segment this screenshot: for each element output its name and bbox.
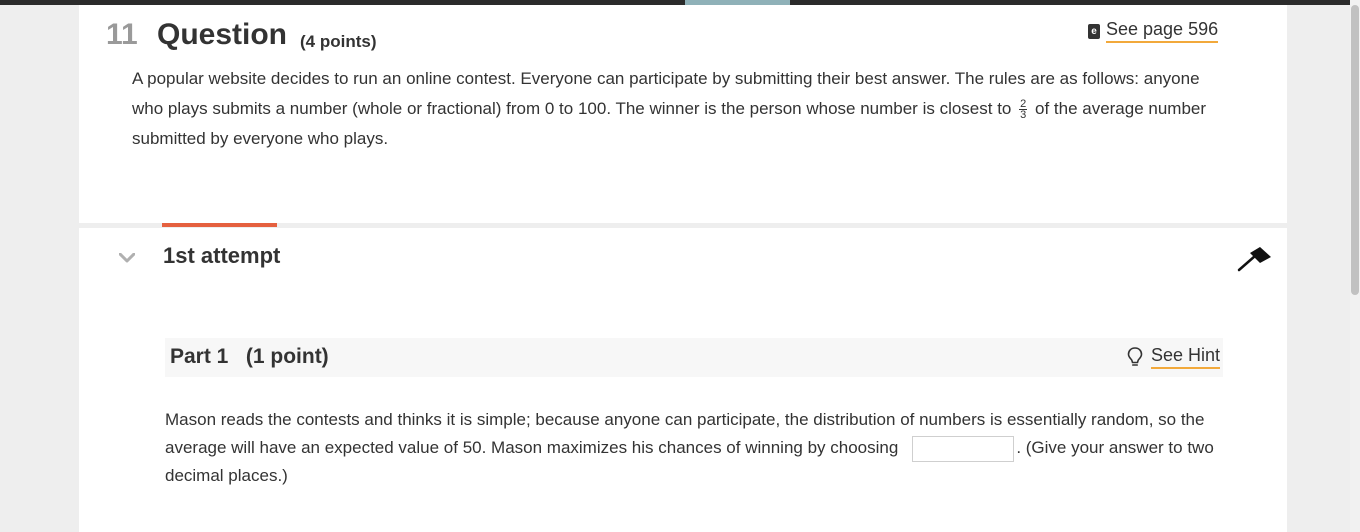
pushpin-icon[interactable] bbox=[1236, 244, 1274, 274]
attempt-label[interactable]: 1st attempt bbox=[163, 243, 280, 269]
question-points: (4 points) bbox=[300, 32, 377, 51]
chevron-down-icon[interactable] bbox=[118, 250, 136, 266]
part-title: Part 1 (1 point) bbox=[170, 345, 329, 368]
page-scrollbar[interactable] bbox=[1350, 0, 1360, 532]
fraction-two-thirds: 23 bbox=[1019, 99, 1028, 122]
ebook-icon: e bbox=[1088, 23, 1100, 39]
answer-input[interactable] bbox=[912, 435, 1015, 462]
see-hint-link[interactable]: See Hint bbox=[1127, 345, 1221, 369]
fraction-denominator: 3 bbox=[1020, 109, 1027, 122]
attempt-tab-indicator bbox=[162, 223, 277, 227]
see-page-link[interactable]: e See page 596 bbox=[1088, 19, 1219, 43]
question-title: Question bbox=[157, 18, 288, 51]
see-hint-label: See Hint bbox=[1151, 345, 1221, 369]
part-question-text: Mason reads the contests and thinks it i… bbox=[165, 406, 1225, 490]
scrollbar-thumb[interactable] bbox=[1351, 5, 1359, 295]
lightbulb-icon bbox=[1127, 346, 1143, 368]
question-text: A popular website decides to run an onli… bbox=[132, 64, 1227, 154]
see-page-label: See page 596 bbox=[1106, 19, 1219, 43]
question-number: 11 bbox=[106, 18, 138, 51]
